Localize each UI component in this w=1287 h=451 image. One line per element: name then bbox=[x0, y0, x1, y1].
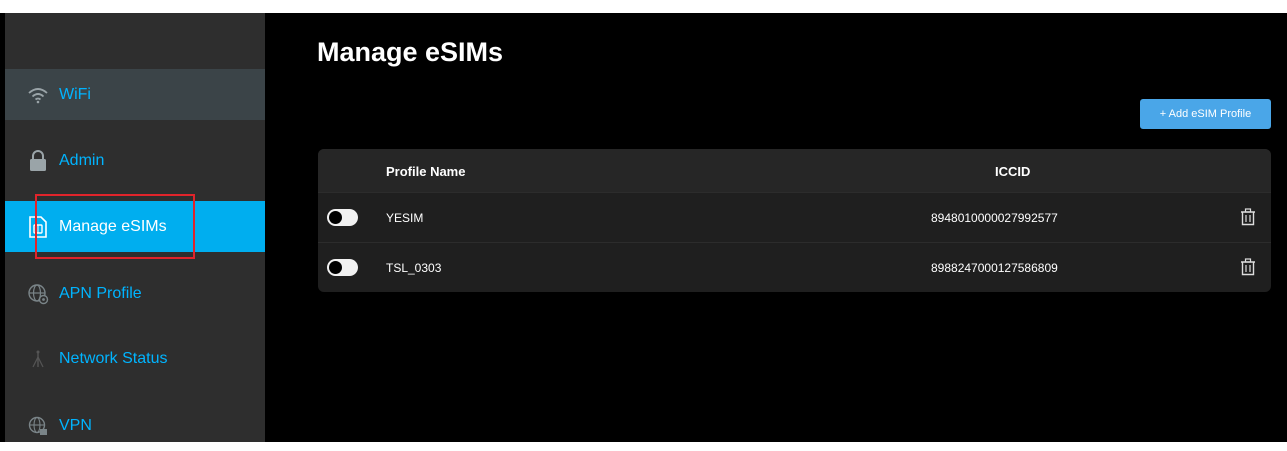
sidebar-item-admin[interactable]: Admin bbox=[5, 135, 265, 186]
toggle-knob bbox=[329, 261, 342, 274]
lock-icon bbox=[27, 149, 49, 172]
trash-icon[interactable] bbox=[1240, 258, 1256, 276]
sidebar: WiFi Admin Manage eSIMs APN Profile Netw… bbox=[5, 13, 265, 442]
column-header-iccid: ICCID bbox=[995, 164, 1031, 179]
globe-lock-icon bbox=[27, 415, 49, 437]
profile-name-cell: TSL_0303 bbox=[386, 261, 442, 275]
add-esim-profile-button[interactable]: + Add eSIM Profile bbox=[1140, 99, 1271, 129]
sidebar-item-network-status[interactable]: Network Status bbox=[5, 333, 265, 384]
trash-icon[interactable] bbox=[1240, 208, 1256, 226]
sidebar-item-vpn[interactable]: VPN bbox=[5, 400, 265, 451]
toggle-knob bbox=[329, 211, 342, 224]
column-header-profile-name: Profile Name bbox=[386, 164, 466, 179]
main-content: Manage eSIMs + Add eSIM Profile Profile … bbox=[265, 13, 1287, 442]
sidebar-item-apn-profile[interactable]: APN Profile bbox=[5, 268, 265, 319]
profile-name-cell: YESIM bbox=[386, 211, 424, 225]
sidebar-item-label: WiFi bbox=[59, 85, 91, 103]
sidebar-item-label: Network Status bbox=[59, 349, 168, 367]
sim-card-icon bbox=[27, 215, 49, 238]
sidebar-item-wifi[interactable]: WiFi bbox=[5, 69, 265, 120]
table-row: YESIM 8948010000027992577 bbox=[318, 192, 1271, 242]
esim-profiles-table: Profile Name ICCID YESIM 894801000002799… bbox=[318, 149, 1271, 292]
table-row: TSL_0303 8988247000127586809 bbox=[318, 242, 1271, 292]
sidebar-item-manage-esims[interactable]: Manage eSIMs bbox=[5, 201, 265, 252]
profile-enable-toggle[interactable] bbox=[327, 209, 358, 226]
profile-enable-toggle[interactable] bbox=[327, 259, 358, 276]
table-header: Profile Name ICCID bbox=[318, 149, 1271, 192]
antenna-icon bbox=[27, 348, 49, 370]
page-title: Manage eSIMs bbox=[317, 37, 504, 67]
iccid-cell: 8948010000027992577 bbox=[931, 211, 1058, 225]
sidebar-item-label: VPN bbox=[59, 416, 92, 434]
app-window: WiFi Admin Manage eSIMs APN Profile Netw… bbox=[0, 13, 1287, 442]
globe-gear-icon bbox=[27, 283, 49, 305]
sidebar-item-label: Manage eSIMs bbox=[59, 217, 167, 235]
iccid-cell: 8988247000127586809 bbox=[931, 261, 1058, 275]
sidebar-item-label: Admin bbox=[59, 151, 105, 169]
wifi-icon bbox=[27, 84, 49, 106]
sidebar-item-label: APN Profile bbox=[59, 284, 142, 302]
